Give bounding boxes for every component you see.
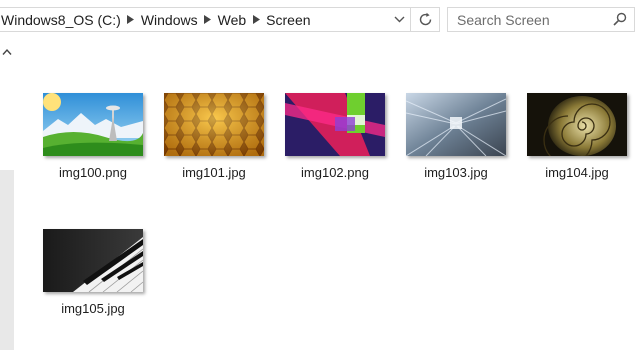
file-item[interactable]: img100.png bbox=[34, 93, 152, 180]
file-name: img103.jpg bbox=[424, 165, 488, 180]
thumbnail-image bbox=[285, 93, 385, 156]
breadcrumb-item-web[interactable]: Web bbox=[217, 12, 248, 28]
thumbnail-image bbox=[406, 93, 506, 156]
breadcrumb: Windows8_OS (C:) Windows Web Screen bbox=[0, 8, 312, 31]
file-name: img100.png bbox=[59, 165, 127, 180]
file-item[interactable]: img104.jpg bbox=[518, 93, 636, 180]
file-name: img105.jpg bbox=[61, 301, 125, 316]
chevron-right-icon[interactable] bbox=[247, 8, 265, 31]
thumbnail-image bbox=[43, 229, 143, 292]
thumbnail-image bbox=[164, 93, 264, 156]
address-bar[interactable]: Windows8_OS (C:) Windows Web Screen bbox=[0, 7, 440, 32]
scrollbar-track[interactable] bbox=[0, 170, 14, 350]
navigation-pane-scrollbar[interactable] bbox=[0, 40, 14, 350]
chevron-right-icon[interactable] bbox=[122, 8, 140, 31]
history-dropdown-button[interactable] bbox=[388, 8, 410, 31]
file-name: img104.jpg bbox=[545, 165, 609, 180]
refresh-icon bbox=[419, 12, 431, 26]
file-item[interactable]: img103.jpg bbox=[397, 93, 515, 180]
thumbnail-image bbox=[527, 93, 627, 156]
breadcrumb-item-windows[interactable]: Windows bbox=[140, 12, 199, 28]
breadcrumb-item-drive[interactable]: Windows8_OS (C:) bbox=[0, 12, 122, 28]
chevron-right-icon[interactable] bbox=[199, 8, 217, 31]
chevron-up-icon[interactable] bbox=[2, 48, 12, 56]
refresh-button[interactable] bbox=[410, 8, 439, 31]
address-bar-row: Windows8_OS (C:) Windows Web Screen bbox=[0, 0, 640, 40]
file-item[interactable]: img105.jpg bbox=[34, 229, 152, 316]
file-name: img101.jpg bbox=[182, 165, 246, 180]
file-name: img102.png bbox=[301, 165, 369, 180]
file-item[interactable]: img102.png bbox=[276, 93, 394, 180]
thumbnail-image bbox=[43, 93, 143, 156]
search-input[interactable] bbox=[448, 8, 608, 31]
search-box bbox=[447, 7, 635, 32]
search-icon[interactable] bbox=[613, 12, 627, 26]
breadcrumb-item-screen[interactable]: Screen bbox=[265, 12, 311, 28]
file-item[interactable]: img101.jpg bbox=[155, 93, 273, 180]
chevron-down-icon bbox=[394, 16, 404, 23]
